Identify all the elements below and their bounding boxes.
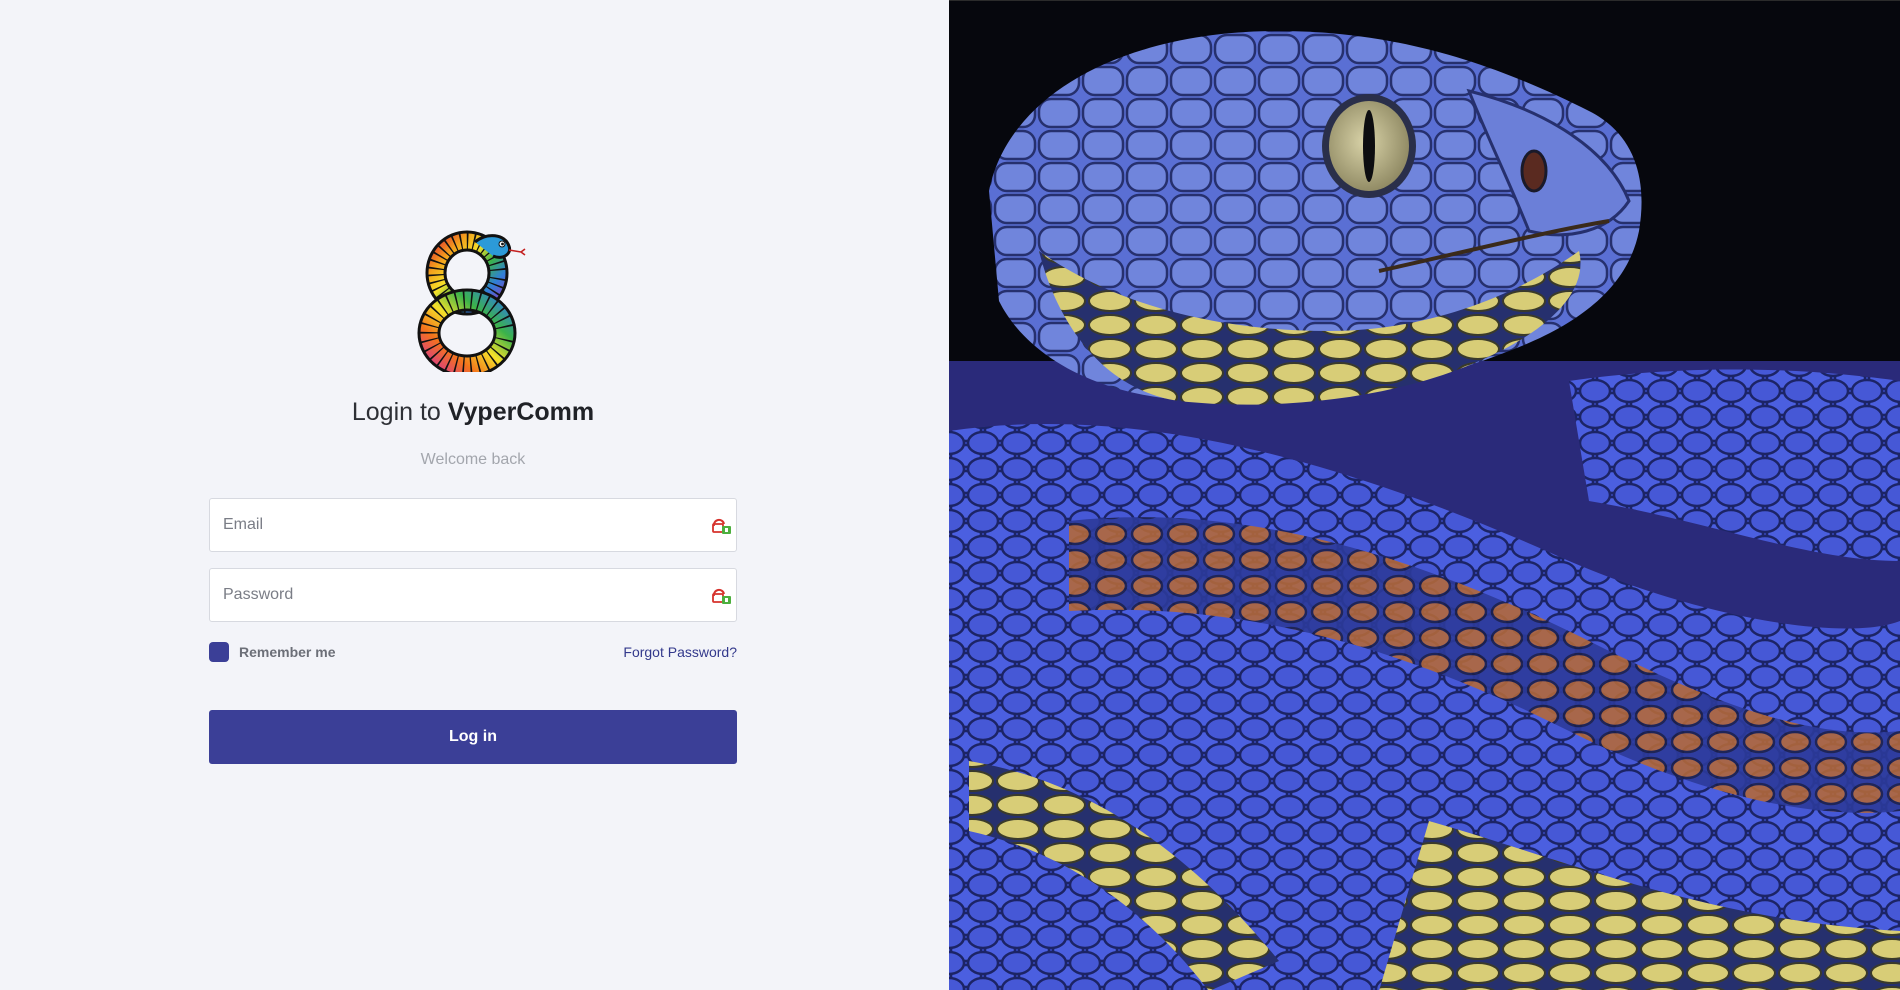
remember-me-checkbox[interactable] [209, 642, 229, 662]
snake-logo-icon [417, 230, 529, 378]
page-title: Login to VyperComm [209, 396, 737, 428]
password-manager-icon[interactable] [711, 516, 733, 536]
login-panel: Login to VyperComm Welcome back Email Re… [0, 0, 949, 990]
email-input[interactable] [210, 499, 690, 551]
hero-image [949, 0, 1900, 990]
password-input[interactable] [210, 569, 690, 621]
password-field-container [209, 568, 737, 622]
login-button[interactable]: Log in [209, 710, 737, 764]
brand-name: VyperComm [447, 398, 595, 426]
remember-row: Remember me Forgot Password? [209, 641, 737, 663]
remember-me-label[interactable]: Remember me [239, 644, 336, 660]
title-prefix: Login to [351, 398, 441, 426]
email-field-container [209, 498, 737, 552]
welcome-subtitle: Welcome back [420, 451, 526, 468]
password-manager-icon[interactable] [711, 586, 733, 606]
forgot-password-link[interactable]: Forgot Password? [623, 644, 737, 660]
blue-viper-snake-image [949, 1, 1900, 990]
